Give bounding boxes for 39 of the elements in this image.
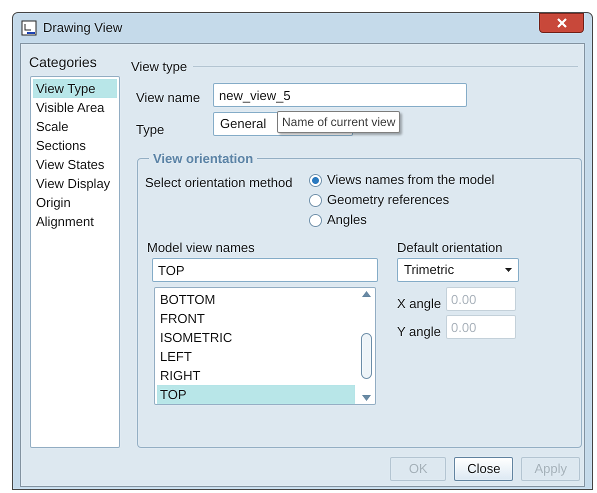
close-icon: [556, 18, 566, 28]
x-angle-label: X angle: [397, 295, 442, 313]
category-item[interactable]: View Type: [33, 79, 117, 98]
view-name-field[interactable]: new_view_5: [213, 83, 467, 107]
view-type-heading: View type: [131, 58, 188, 76]
orientation-method-label: Select orientation method: [145, 174, 292, 192]
drawing-icon: [21, 20, 37, 36]
orientation-radio[interactable]: Views names from the model: [309, 171, 494, 189]
model-view-item[interactable]: LEFT: [157, 347, 355, 366]
tooltip: Name of current view: [277, 111, 400, 133]
type-label: Type: [136, 121, 164, 139]
model-view-item[interactable]: TOP: [157, 385, 355, 404]
scroll-down-icon: [362, 395, 370, 401]
y-angle-label: Y angle: [397, 323, 441, 341]
orientation-radio[interactable]: Geometry references: [309, 191, 494, 209]
close-button[interactable]: [539, 13, 584, 33]
orientation-radio[interactable]: Angles: [309, 211, 494, 229]
view-name-label: View name: [136, 89, 200, 107]
default-orientation-label: Default orientation: [397, 239, 503, 257]
category-item[interactable]: Alignment: [33, 212, 117, 231]
default-orientation-dropdown[interactable]: Trimetric: [397, 258, 519, 282]
category-item[interactable]: View Display: [33, 174, 117, 193]
dropdown-caret-icon: [505, 268, 512, 272]
scroll-thumb[interactable]: [360, 333, 372, 379]
scroll-up-icon: [362, 291, 370, 297]
model-view-item[interactable]: ISOMETRIC: [157, 328, 355, 347]
model-view-field[interactable]: TOP: [152, 258, 378, 282]
category-item[interactable]: Visible Area: [33, 98, 117, 117]
category-item[interactable]: Scale: [33, 117, 117, 136]
model-view-names-label: Model view names: [147, 239, 255, 257]
dialog-button[interactable]: Close: [454, 457, 514, 481]
category-item[interactable]: Origin: [33, 193, 117, 212]
category-item[interactable]: View States: [33, 155, 117, 174]
model-view-item[interactable]: FRONT: [157, 309, 355, 328]
window-title: Drawing View: [43, 19, 122, 38]
category-item[interactable]: Sections: [33, 136, 117, 155]
model-view-item[interactable]: RIGHT: [157, 366, 355, 385]
categories-label: Categories: [29, 54, 97, 70]
model-view-item[interactable]: BOTTOM: [157, 290, 355, 309]
